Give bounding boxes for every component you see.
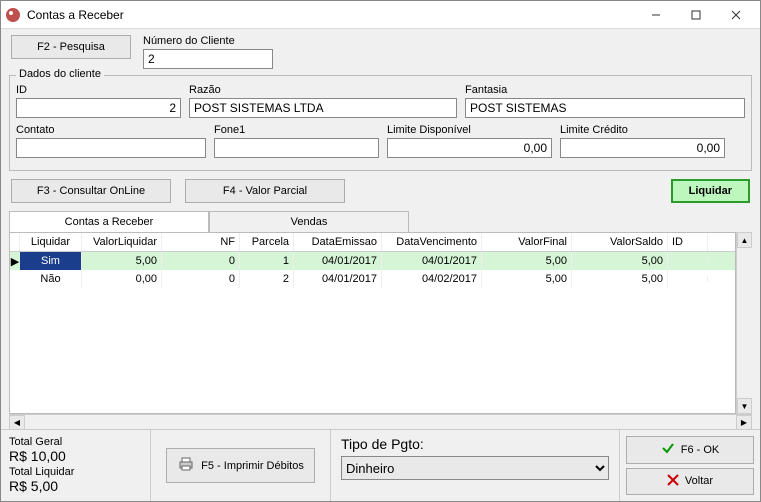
cell: 5,00 — [482, 270, 572, 288]
grid-header: Liquidar ValorLiquidar NF Parcela DataEm… — [10, 233, 735, 252]
cell: 0,00 — [82, 270, 162, 288]
num-cliente-label: Número do Cliente — [143, 35, 273, 47]
cell: 04/01/2017 — [294, 252, 382, 270]
cell[interactable]: Sim — [20, 252, 82, 270]
cell: 0 — [162, 270, 240, 288]
search-button[interactable]: F2 - Pesquisa — [11, 35, 131, 59]
row-pointer-icon: ▶ — [10, 255, 20, 268]
limdisp-label: Limite Disponível — [387, 124, 552, 136]
total-liquidar-value: R$ 5,00 — [9, 478, 142, 494]
dados-cliente-group: Dados do cliente ID Razão Fantasia Conta… — [9, 75, 752, 171]
fone-label: Fone1 — [214, 124, 379, 136]
close-button[interactable] — [716, 2, 756, 28]
grid: Liquidar ValorLiquidar NF Parcela DataEm… — [9, 232, 736, 414]
cell: 0 — [162, 252, 240, 270]
cell[interactable]: Não — [20, 270, 82, 288]
cell: 5,00 — [572, 270, 668, 288]
liquidar-button[interactable]: Liquidar — [671, 179, 750, 203]
num-cliente-input[interactable] — [143, 49, 273, 69]
ok-button[interactable]: F6 - OK — [626, 436, 754, 464]
id-input[interactable] — [16, 98, 181, 118]
minimize-button[interactable] — [636, 2, 676, 28]
scroll-right-icon[interactable]: ▶ — [736, 415, 752, 430]
total-geral-label: Total Geral — [9, 436, 142, 448]
tab-vendas[interactable]: Vendas — [209, 211, 409, 232]
maximize-button[interactable] — [676, 2, 716, 28]
fone-input[interactable] — [214, 138, 379, 158]
contato-input[interactable] — [16, 138, 206, 158]
print-button[interactable]: F5 - Imprimir Débitos — [166, 448, 315, 483]
limcred-label: Limite Crédito — [560, 124, 725, 136]
tipo-pagto-label: Tipo de Pgto: — [341, 436, 609, 452]
cell: 1 — [240, 252, 294, 270]
cell — [668, 276, 708, 282]
total-liquidar-label: Total Liquidar — [9, 466, 142, 478]
col-parcela[interactable]: Parcela — [240, 233, 294, 251]
cell: 04/02/2017 — [382, 270, 482, 288]
tab-contas-receber[interactable]: Contas a Receber — [9, 211, 209, 232]
limcred-input[interactable] — [560, 138, 725, 158]
cell: 2 — [240, 270, 294, 288]
col-data-emissao[interactable]: DataEmissao — [294, 233, 382, 251]
print-label: F5 - Imprimir Débitos — [201, 460, 304, 472]
razao-label: Razão — [189, 84, 457, 96]
total-geral-value: R$ 10,00 — [9, 448, 142, 464]
cell: 5,00 — [572, 252, 668, 270]
table-row[interactable]: ▶ Sim 5,00 0 1 04/01/2017 04/01/2017 5,0… — [10, 252, 735, 270]
scroll-down-icon[interactable]: ▼ — [737, 398, 752, 414]
close-icon — [667, 474, 679, 489]
check-icon — [661, 441, 675, 458]
consultar-online-button[interactable]: F3 - Consultar OnLine — [11, 179, 171, 203]
fantasia-input[interactable] — [465, 98, 745, 118]
col-liquidar[interactable]: Liquidar — [20, 233, 82, 251]
table-row[interactable]: Não 0,00 0 2 04/01/2017 04/02/2017 5,00 … — [10, 270, 735, 288]
limdisp-input[interactable] — [387, 138, 552, 158]
col-valor-liquidar[interactable]: ValorLiquidar — [82, 233, 162, 251]
printer-icon — [177, 455, 195, 476]
cell: 5,00 — [82, 252, 162, 270]
razao-input[interactable] — [189, 98, 457, 118]
col-nf[interactable]: NF — [162, 233, 240, 251]
valor-parcial-button[interactable]: F4 - Valor Parcial — [185, 179, 345, 203]
tipo-pagto-select[interactable]: Dinheiro — [341, 456, 609, 480]
cell: 04/01/2017 — [294, 270, 382, 288]
id-label: ID — [16, 84, 181, 96]
fantasia-label: Fantasia — [465, 84, 745, 96]
cell: 04/01/2017 — [382, 252, 482, 270]
voltar-button[interactable]: Voltar — [626, 468, 754, 496]
cell — [668, 258, 708, 264]
cell: 5,00 — [482, 252, 572, 270]
vertical-scrollbar[interactable]: ▲ ▼ — [736, 232, 752, 414]
titlebar: Contas a Receber — [1, 1, 760, 29]
app-icon — [5, 7, 21, 23]
scroll-left-icon[interactable]: ◀ — [9, 415, 25, 430]
col-valor-saldo[interactable]: ValorSaldo — [572, 233, 668, 251]
window: Contas a Receber F2 - Pesquisa Número do… — [0, 0, 761, 502]
col-data-vencimento[interactable]: DataVencimento — [382, 233, 482, 251]
horizontal-scrollbar[interactable]: ◀ ▶ — [9, 414, 752, 430]
contato-label: Contato — [16, 124, 206, 136]
col-id[interactable]: ID — [668, 233, 708, 251]
col-valor-final[interactable]: ValorFinal — [482, 233, 572, 251]
footer: Total Geral R$ 10,00 Total Liquidar R$ 5… — [1, 429, 760, 501]
window-title: Contas a Receber — [27, 8, 636, 22]
group-title: Dados do cliente — [16, 68, 104, 80]
scroll-up-icon[interactable]: ▲ — [737, 232, 752, 248]
